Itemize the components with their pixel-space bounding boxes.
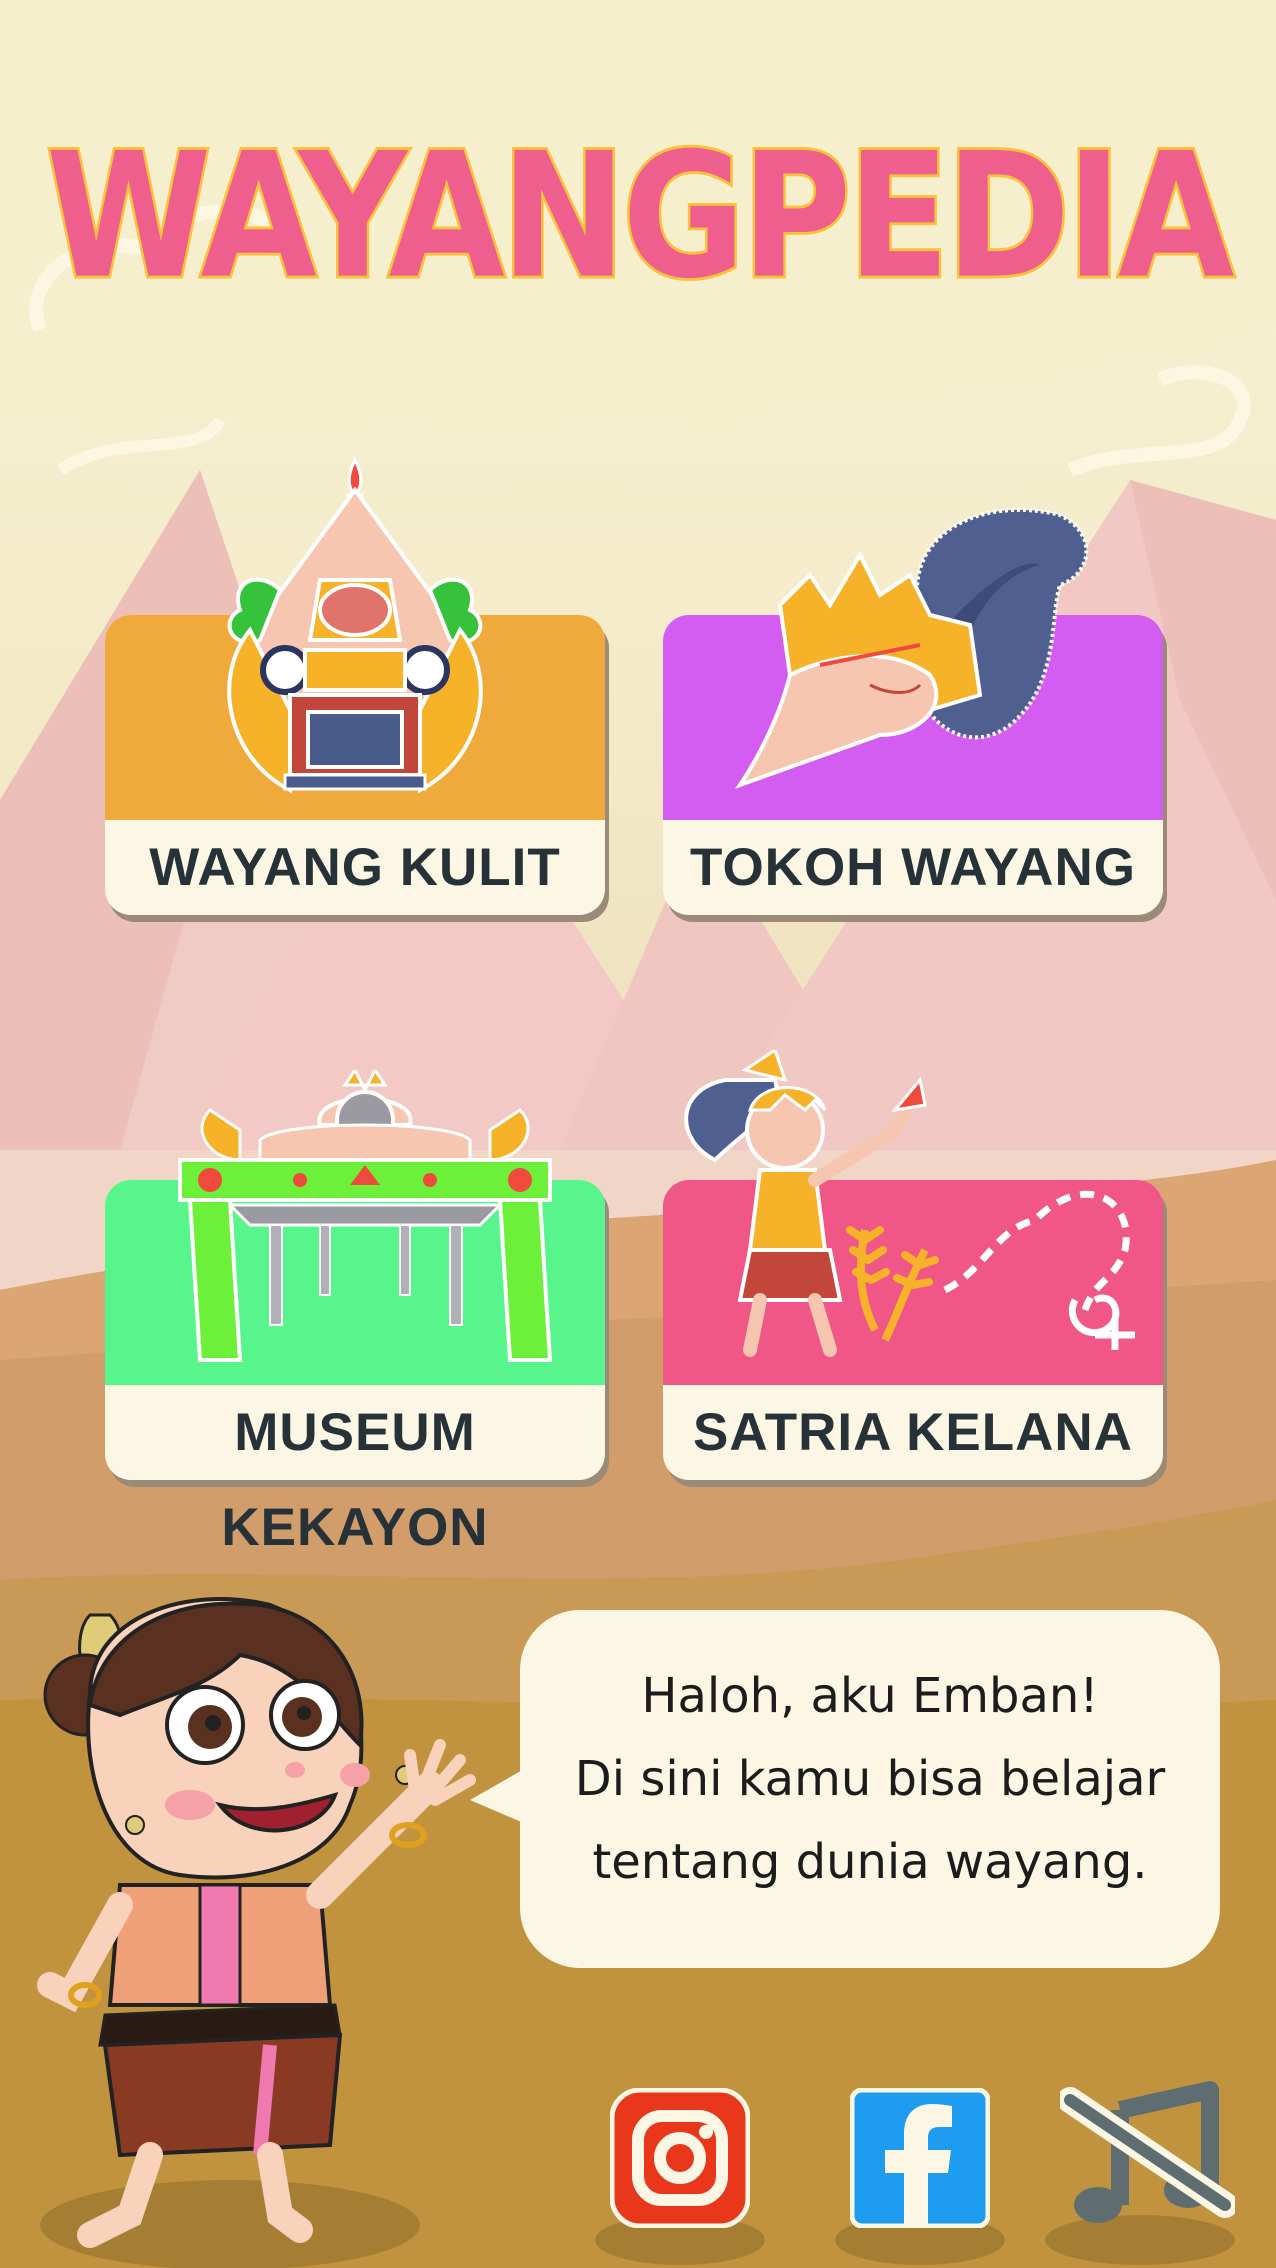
music-muted-icon[interactable] xyxy=(1060,2080,1235,2230)
instagram-icon[interactable] xyxy=(610,2088,750,2228)
gunungan-crown-icon xyxy=(227,456,483,794)
speech-line-2: Di sini kamu bisa belajar xyxy=(574,1751,1166,1807)
menu-label-museum-kekayon: MUSEUM KEKAYON xyxy=(221,1403,489,1557)
speech-bubble-text: Haloh, aku Emban! Di sini kamu bisa bela… xyxy=(520,1655,1220,1904)
satria-kelana-icon xyxy=(684,1050,1135,1357)
menu-label-wayang-kulit: WAYANG KULIT xyxy=(149,838,561,897)
wayang-character-icon xyxy=(734,507,1089,789)
speech-line-3: tentang dunia wayang. xyxy=(592,1834,1148,1890)
app-title: WAYANGPEDIA xyxy=(43,114,1236,320)
main-menu-screen: WAYANGPEDIA WAYANG KULIT TOKOH WAYANG MU… xyxy=(0,0,1276,2268)
kekayon-stand-icon xyxy=(178,1070,553,1362)
emban-character-image xyxy=(37,1597,476,2248)
facebook-icon[interactable] xyxy=(850,2088,990,2228)
menu-label-tokoh-wayang: TOKOH WAYANG xyxy=(690,838,1136,897)
menu-label-satria-kelana: SATRIA KELANA xyxy=(693,1403,1133,1462)
speech-line-1: Haloh, aku Emban! xyxy=(641,1668,1099,1724)
